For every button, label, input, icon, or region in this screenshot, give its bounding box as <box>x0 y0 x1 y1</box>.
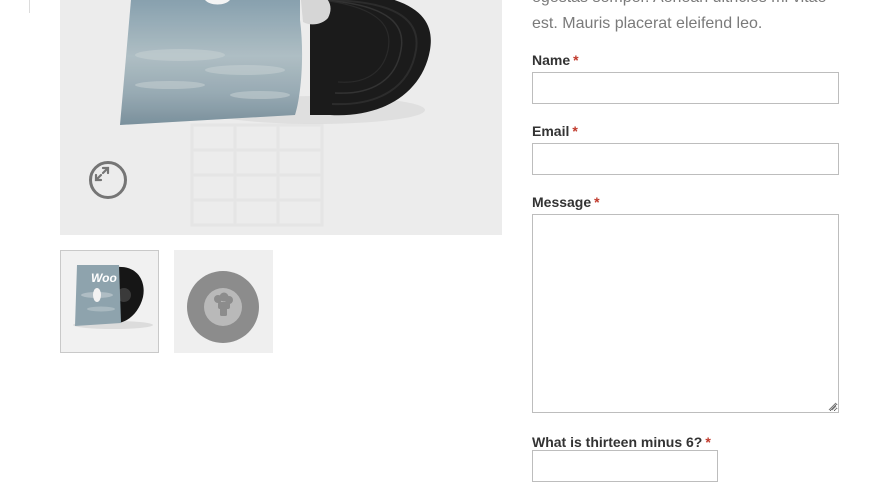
name-label: Name * <box>532 52 579 68</box>
message-textarea[interactable] <box>532 214 839 413</box>
message-label: Message * <box>532 194 600 210</box>
placeholder-record-icon <box>174 250 273 353</box>
product-thumbnail-1[interactable]: Woo <box>60 250 159 353</box>
captcha-label: What is thirteen minus 6? * <box>532 434 711 450</box>
expand-arrows-icon <box>94 166 110 182</box>
woo-album-thumbnail-icon: Woo <box>61 251 158 352</box>
product-main-image[interactable] <box>60 0 502 235</box>
captcha-input[interactable] <box>532 450 718 482</box>
required-marker: * <box>573 52 579 68</box>
left-edge-divider <box>29 0 30 13</box>
required-marker: * <box>705 434 711 450</box>
svg-text:Woo: Woo <box>91 271 117 285</box>
required-marker: * <box>594 194 600 210</box>
description-line-top: egestas semper. Aenean ultricies mi vita… <box>532 0 826 11</box>
product-thumbnail-2[interactable] <box>174 250 273 353</box>
name-input[interactable] <box>532 72 839 104</box>
zoom-button[interactable] <box>89 161 127 199</box>
vinyl-album-illustration <box>60 0 502 235</box>
description-line: est. Mauris placerat eleifend leo. <box>532 15 763 32</box>
email-input[interactable] <box>532 143 839 175</box>
required-marker: * <box>572 123 578 139</box>
email-label: Email * <box>532 123 578 139</box>
